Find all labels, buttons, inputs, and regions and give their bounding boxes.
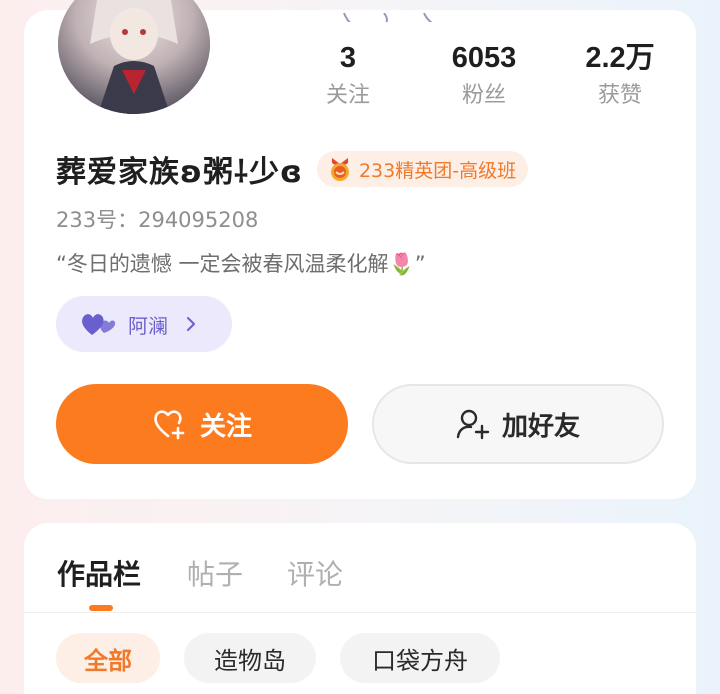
tab-bar: 作品栏 帖子 评论 xyxy=(24,523,696,613)
stat-label: 粉丝 xyxy=(461,83,506,108)
tab-posts[interactable]: 帖子 xyxy=(187,553,243,593)
signature: “冬日的遗憾 一定会被春风温柔化解🌷” xyxy=(56,252,426,276)
user-plus-icon xyxy=(456,409,490,440)
family-chip[interactable]: 阿澜 xyxy=(56,296,232,352)
content-card: 作品栏 帖子 评论 全部 造物岛 口袋方舟 xyxy=(24,523,696,694)
chevron-right-icon xyxy=(187,317,195,331)
filter-all[interactable]: 全部 xyxy=(56,633,160,683)
name-row: 葬爱家族ʚ粥⸸少ɞ 233精英团-高级班 xyxy=(56,148,529,190)
tab-comments[interactable]: 评论 xyxy=(287,553,343,593)
stat-value: 6053 xyxy=(451,42,517,74)
follow-button-label: 关注 xyxy=(199,411,252,442)
filter-pocket-ark[interactable]: 口袋方舟 xyxy=(340,633,500,683)
stat-likes[interactable]: 2.2万 获赞 xyxy=(560,38,680,112)
filter-creation-island[interactable]: 造物岛 xyxy=(184,633,316,683)
family-label: 阿澜 xyxy=(128,313,168,338)
uid-row[interactable]: 233号：294095208 xyxy=(56,204,258,234)
stat-value: 2.2万 xyxy=(585,42,655,74)
stat-label: 获赞 xyxy=(597,83,642,108)
stat-following[interactable]: 3 关注 xyxy=(288,38,408,112)
tab-indicator xyxy=(89,605,113,611)
add-friend-button[interactable]: 加好友 xyxy=(372,384,664,464)
username: 葬爱家族ʚ粥⸸少ɞ xyxy=(56,155,303,190)
stat-value: 3 xyxy=(339,42,357,74)
uid-value: 294095208 xyxy=(138,208,259,232)
follow-button[interactable]: 关注 xyxy=(56,384,348,464)
add-friend-button-label: 加好友 xyxy=(501,411,580,442)
tab-works[interactable]: 作品栏 xyxy=(57,553,141,593)
header-decoration xyxy=(324,10,464,22)
double-heart-icon xyxy=(82,314,116,335)
stat-label: 关注 xyxy=(325,83,370,108)
stat-followers[interactable]: 6053 粉丝 xyxy=(424,38,544,112)
class-badge-label: 233精英团-高级班 xyxy=(358,159,517,182)
medal-icon xyxy=(330,158,349,181)
heart-plus-icon xyxy=(154,410,185,440)
class-badge[interactable]: 233精英团-高级班 xyxy=(316,151,529,187)
uid-label: 233号： xyxy=(56,208,139,232)
